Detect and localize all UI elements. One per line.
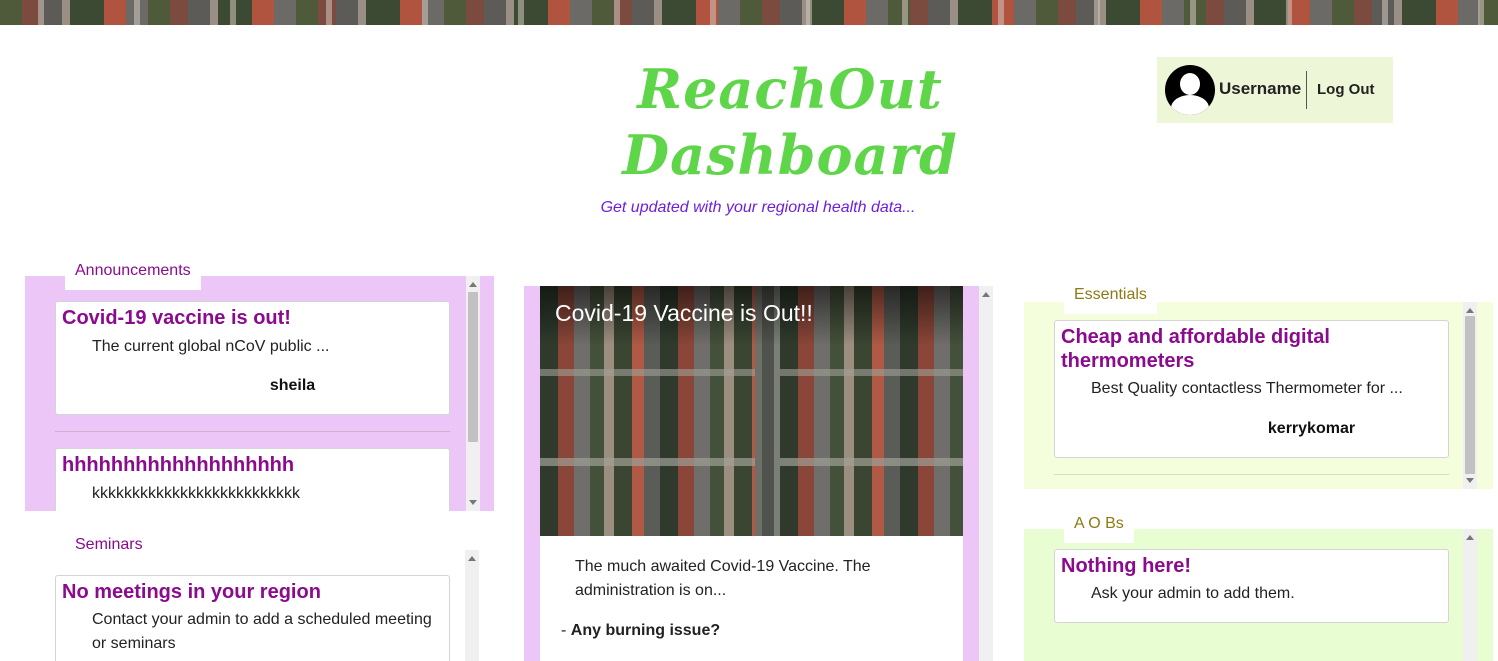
announcements-scrollbar[interactable] xyxy=(466,276,480,511)
feature-issue-label[interactable]: Any burning issue? xyxy=(571,622,720,639)
user-avatar-icon[interactable] xyxy=(1165,65,1215,115)
scroll-down-icon[interactable] xyxy=(469,500,477,505)
scroll-up-icon[interactable] xyxy=(1466,535,1474,540)
aob-title[interactable]: Nothing here! xyxy=(1061,554,1442,578)
announcements-label: Announcements xyxy=(65,258,201,290)
seminar-card[interactable]: No meetings in your region Contact your … xyxy=(55,575,450,661)
scroll-thumb[interactable] xyxy=(468,292,478,442)
announcement-author: sheila xyxy=(269,377,316,394)
top-banner-image xyxy=(0,0,1498,25)
announcement-body: The current global nCoV public ... xyxy=(92,338,330,355)
feature-issue-prefix: - xyxy=(561,622,571,639)
essential-body: Best Quality contactless Thermometer for… xyxy=(1091,380,1403,397)
user-divider xyxy=(1306,71,1307,109)
essential-title[interactable]: Cheap and affordable digital thermometer… xyxy=(1061,325,1442,373)
feature-scrollbar[interactable] xyxy=(979,286,993,661)
scroll-thumb[interactable] xyxy=(1465,316,1475,474)
announcement-card[interactable]: Covid-19 vaccine is out! The current glo… xyxy=(55,301,450,415)
aobs-label: A O Bs xyxy=(1064,511,1134,543)
scroll-up-icon[interactable] xyxy=(1466,308,1474,313)
scroll-up-icon[interactable] xyxy=(468,556,476,561)
aob-card[interactable]: Nothing here! Ask your admin to add them… xyxy=(1054,549,1449,623)
seminars-panel: No meetings in your region Contact your … xyxy=(25,550,479,661)
announcement-card[interactable]: hhhhhhhhhhhhhhhhhhh kkkkkkkkkkkkkkkkkkkk… xyxy=(55,448,450,511)
username-label[interactable]: Username xyxy=(1219,79,1301,99)
feature-body: The much awaited Covid-19 Vaccine. The a… xyxy=(575,558,871,599)
app-title-line2: Dashboard xyxy=(622,123,958,187)
app-title: ReachOut Dashboard xyxy=(600,56,980,188)
logout-button[interactable]: Log Out xyxy=(1317,81,1374,98)
app-title-line1: ReachOut xyxy=(637,57,943,121)
scroll-down-icon[interactable] xyxy=(1466,478,1474,483)
seminar-body: Contact your admin to add a scheduled me… xyxy=(92,611,432,652)
feature-title[interactable]: Covid-19 Vaccine is Out!! xyxy=(555,300,813,327)
essentials-panel: Cheap and affordable digital thermometer… xyxy=(1024,302,1493,489)
announcements-panel: Covid-19 vaccine is out! The current glo… xyxy=(25,276,494,511)
essential-card[interactable]: Cheap and affordable digital thermometer… xyxy=(1054,320,1449,458)
aobs-scrollbar[interactable] xyxy=(1463,529,1477,661)
scroll-up-icon[interactable] xyxy=(469,282,477,287)
seminars-scrollbar[interactable] xyxy=(465,550,479,661)
announcement-title[interactable]: Covid-19 vaccine is out! xyxy=(62,306,443,330)
feature-issue[interactable]: - Any burning issue? xyxy=(561,622,720,640)
announcement-title[interactable]: hhhhhhhhhhhhhhhhhhh xyxy=(62,453,443,477)
scroll-up-icon[interactable] xyxy=(982,292,990,297)
essential-author: kerrykomar xyxy=(1267,420,1356,437)
user-panel: Username Log Out xyxy=(1157,57,1393,123)
app-subtitle: Get updated with your regional health da… xyxy=(600,199,916,216)
essential-divider xyxy=(1054,474,1449,475)
announcement-divider xyxy=(55,431,450,432)
announcement-body: kkkkkkkkkkkkkkkkkkkkkkkkkk xyxy=(92,485,300,502)
aobs-panel: Nothing here! Ask your admin to add them… xyxy=(1024,529,1493,661)
seminar-title[interactable]: No meetings in your region xyxy=(62,580,443,604)
aob-body: Ask your admin to add them. xyxy=(1091,585,1295,602)
essentials-scrollbar[interactable] xyxy=(1463,302,1477,489)
essentials-label: Essentials xyxy=(1064,282,1157,314)
